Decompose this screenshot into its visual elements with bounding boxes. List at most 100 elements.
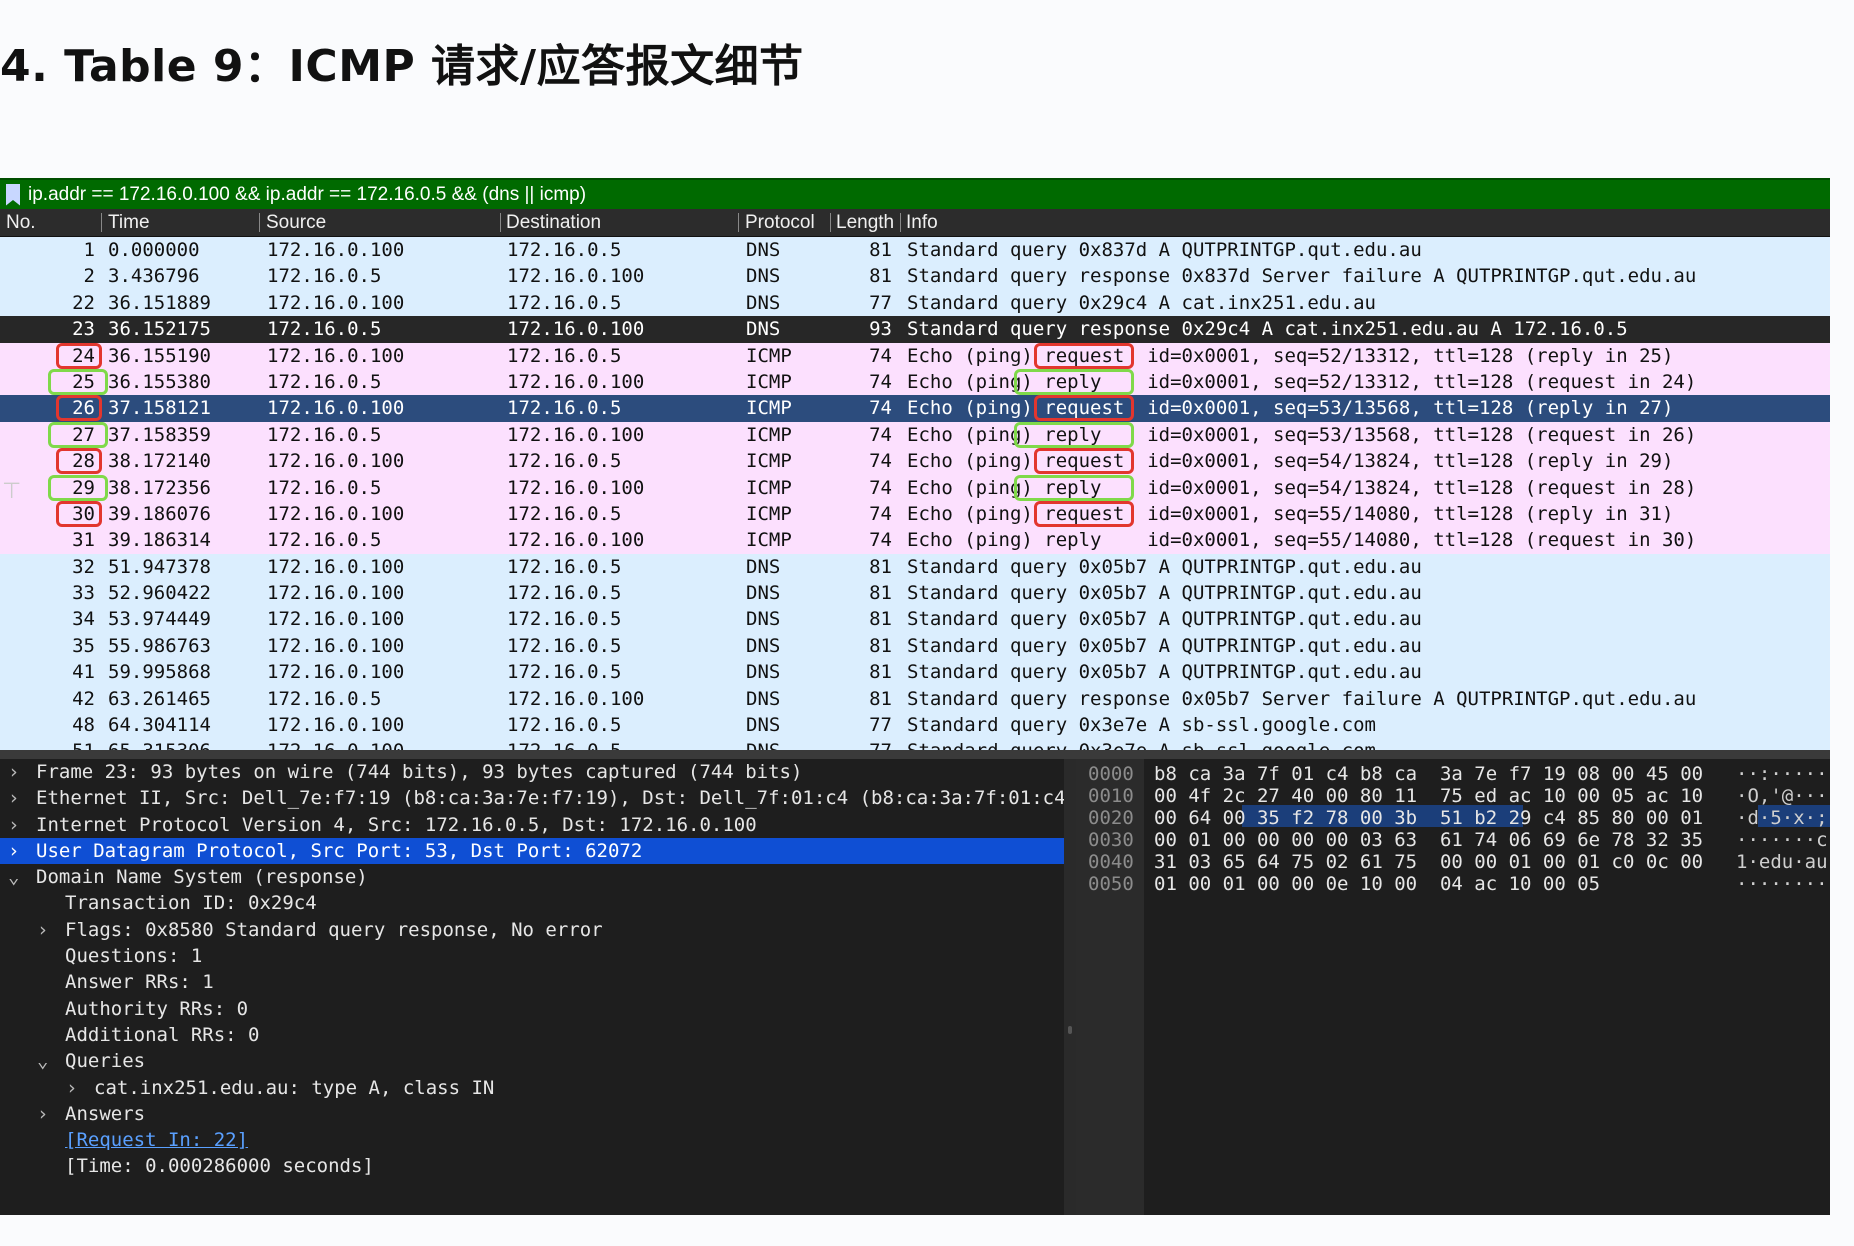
reply-type-highlight xyxy=(1014,474,1134,501)
hex-row[interactable]: 0050 01 00 01 00 00 0e 10 00 04 ac 10 00 … xyxy=(1076,873,1830,895)
hex-row[interactable]: 0020 00 64 00 35 f2 78 00 3b 51 b2 29 c4 … xyxy=(1076,807,1830,829)
hex-offset: 0050 xyxy=(1088,873,1134,895)
detail-text: Answers xyxy=(65,1102,146,1125)
reply-number-highlight xyxy=(48,368,108,395)
display-filter-bar[interactable]: ip.addr == 172.16.0.100 && ip.addr == 17… xyxy=(0,178,1830,209)
detail-node[interactable]: › Ethernet II, Src: Dell_7e:f7:19 (b8:ca:… xyxy=(0,785,1064,811)
packet-row[interactable]: 35 55.986763 172.16.0.100 172.16.0.5 DNS 81 St… xyxy=(0,632,1830,660)
packet-row[interactable]: 26 37.158121 172.16.0.100 172.16.0.5 ICMP 74 E… xyxy=(0,395,1830,422)
packet-time: 0.000000 xyxy=(108,239,200,261)
packet-row[interactable]: 48 64.304114 172.16.0.100 172.16.0.5 DNS 77 St… xyxy=(0,712,1830,739)
packet-dst: 172.16.0.5 xyxy=(507,661,622,684)
packet-no: 42 xyxy=(72,687,95,710)
detail-node[interactable]: › Frame 23: 93 bytes on wire (744 bits), … xyxy=(0,759,1064,785)
packet-time: 59.995868 xyxy=(108,661,211,684)
detail-node[interactable]: ⌄ Domain Name System (response) xyxy=(0,864,1064,890)
packet-row[interactable]: 22 36.151889 172.16.0.100 172.16.0.5 DNS 77 St… xyxy=(0,289,1830,317)
collapse-arrow-icon[interactable]: ⌄ xyxy=(8,864,19,890)
packet-row[interactable]: 23 36.152175 172.16.0.5 172.16.0.100 DNS 93 St… xyxy=(0,316,1830,343)
packet-no: 48 xyxy=(72,714,95,737)
packet-src: 172.16.0.100 xyxy=(267,450,405,473)
packet-row[interactable]: 42 63.261465 172.16.0.5 172.16.0.100 DNS 81 St… xyxy=(0,685,1830,713)
packet-len: 81 xyxy=(869,634,892,657)
request-in-link[interactable]: [Request In: 22] xyxy=(65,1127,248,1153)
column-destination[interactable]: Destination xyxy=(506,212,601,234)
packet-src: 172.16.0.100 xyxy=(267,291,405,314)
packet-dst: 172.16.0.100 xyxy=(507,529,645,552)
packet-time: 63.261465 xyxy=(108,687,211,710)
reply-number-highlight xyxy=(48,421,108,448)
request-number-highlight xyxy=(56,500,102,527)
detail-node[interactable]: [Time: 0.000286000 seconds] xyxy=(0,1153,1064,1179)
packet-src: 172.16.0.100 xyxy=(267,344,405,367)
column-protocol[interactable]: Protocol xyxy=(745,212,815,234)
request-type-highlight xyxy=(1034,342,1134,369)
request-number-highlight xyxy=(56,395,102,422)
packet-len: 74 xyxy=(869,344,892,367)
hex-ascii: ·d·5·x·; xyxy=(1736,807,1828,829)
detail-node[interactable]: Additional RRs: 0 xyxy=(0,1022,1064,1048)
expand-arrow-icon[interactable]: › xyxy=(37,917,48,943)
packet-row[interactable]: 30 39.186076 172.16.0.100 172.16.0.5 ICMP 74 E… xyxy=(0,500,1830,528)
packet-info: Standard query 0x05b7 A QUTPRINTGP.qut.e… xyxy=(907,608,1422,631)
detail-node[interactable]: › cat.inx251.edu.au: type A, class IN xyxy=(0,1075,1064,1101)
packet-row[interactable]: 27 37.158359 172.16.0.5 172.16.0.100 ICMP 74 E… xyxy=(0,421,1830,449)
packet-row[interactable]: 24 36.155190 172.16.0.100 172.16.0.5 ICMP 74 E… xyxy=(0,342,1830,369)
column-time[interactable]: Time xyxy=(108,212,150,234)
expand-arrow-icon[interactable]: › xyxy=(37,1101,48,1127)
expand-arrow-icon[interactable]: › xyxy=(66,1075,77,1101)
detail-node[interactable]: Answer RRs: 1 xyxy=(0,969,1064,995)
hex-row[interactable]: 0030 00 01 00 00 00 00 03 63 61 74 06 69 … xyxy=(1076,829,1830,851)
hex-row[interactable]: 0040 31 03 65 64 75 02 61 75 00 00 01 00 … xyxy=(1076,851,1830,873)
detail-node[interactable]: Authority RRs: 0 xyxy=(0,996,1064,1022)
packet-row[interactable]: 41 59.995868 172.16.0.100 172.16.0.5 DNS 81 St… xyxy=(0,659,1830,686)
hex-row[interactable]: 0000 b8 ca 3a 7f 01 c4 b8 ca 3a 7e f7 19 … xyxy=(1076,763,1830,785)
detail-text: Ethernet II, Src: Dell_7e:f7:19 (b8:ca:3… xyxy=(36,787,1064,810)
column-no[interactable]: No. xyxy=(6,212,36,234)
packet-len: 81 xyxy=(869,239,892,261)
packet-row[interactable]: 51 65.315306 172.16.0.100 172.16.0.5 DNS 77 St… xyxy=(0,738,1830,750)
detail-node[interactable]: Questions: 1 xyxy=(0,943,1064,969)
column-length[interactable]: Length xyxy=(836,212,894,234)
packet-row[interactable]: 29 38.172356 172.16.0.5 172.16.0.100 ICMP 74 E… xyxy=(0,474,1830,501)
detail-text: Internet Protocol Version 4, Src: 172.16… xyxy=(36,813,757,836)
packet-src: 172.16.0.100 xyxy=(267,738,404,750)
detail-node[interactable]: › User Datagram Protocol, Src Port: 53, D… xyxy=(0,837,1064,865)
pane-divider[interactable] xyxy=(0,750,1830,759)
packet-row[interactable]: 28 38.172140 172.16.0.100 172.16.0.5 ICMP 74 E… xyxy=(0,448,1830,475)
collapse-arrow-icon[interactable]: ⌄ xyxy=(37,1048,48,1074)
vertical-splitter[interactable] xyxy=(1064,759,1076,1215)
packet-row[interactable]: 2 3.436796 172.16.0.5 172.16.0.100 DNS 81 Stan… xyxy=(0,263,1830,290)
column-source[interactable]: Source xyxy=(266,212,326,234)
detail-node[interactable]: ⌄ Queries xyxy=(0,1048,1064,1074)
detail-node[interactable]: › Internet Protocol Version 4, Src: 172.1… xyxy=(0,812,1064,838)
display-filter-input[interactable]: ip.addr == 172.16.0.100 && ip.addr == 17… xyxy=(28,184,586,206)
packet-row[interactable]: 34 53.974449 172.16.0.100 172.16.0.5 DNS 81 St… xyxy=(0,606,1830,633)
detail-node[interactable]: › Flags: 0x8580 Standard query response, … xyxy=(0,917,1064,943)
column-info[interactable]: Info xyxy=(906,212,938,234)
packet-src: 172.16.0.5 xyxy=(267,318,382,341)
packet-row[interactable]: 25 36.155380 172.16.0.5 172.16.0.100 ICMP 74 E… xyxy=(0,368,1830,396)
packet-proto: DNS xyxy=(746,608,781,631)
hex-row[interactable]: 0010 00 4f 2c 27 40 00 80 11 75 ed ac 10 … xyxy=(1076,785,1830,807)
packet-proto: ICMP xyxy=(746,476,792,499)
packet-proto: DNS xyxy=(746,265,781,288)
packet-row[interactable]: 31 39.186314 172.16.0.5 172.16.0.100 ICMP 74 E… xyxy=(0,527,1830,554)
detail-node[interactable]: Transaction ID: 0x29c4 xyxy=(0,890,1064,916)
packet-row[interactable]: 32 51.947378 172.16.0.100 172.16.0.5 DNS 81 St… xyxy=(0,553,1830,581)
packet-len: 74 xyxy=(869,476,892,499)
expand-arrow-icon[interactable]: › xyxy=(8,785,19,811)
packet-proto: DNS xyxy=(746,687,781,710)
bookmark-icon[interactable] xyxy=(6,183,20,206)
packet-no: 32 xyxy=(72,555,95,578)
detail-node[interactable]: › Answers xyxy=(0,1101,1064,1127)
packet-len: 74 xyxy=(869,450,892,473)
expand-arrow-icon[interactable]: › xyxy=(8,759,19,785)
expand-arrow-icon[interactable]: › xyxy=(8,812,19,838)
packet-dst: 172.16.0.100 xyxy=(507,265,645,288)
packet-row[interactable]: 33 52.960422 172.16.0.100 172.16.0.5 DNS 81 St… xyxy=(0,580,1830,607)
packet-len: 77 xyxy=(830,738,892,750)
packet-row[interactable]: 1 0.000000 172.16.0.100 172.16.0.5 DNS 81 Stan… xyxy=(0,237,1830,264)
expand-arrow-icon[interactable]: › xyxy=(8,838,19,864)
detail-node[interactable]: [Request In: 22] xyxy=(0,1127,1064,1153)
